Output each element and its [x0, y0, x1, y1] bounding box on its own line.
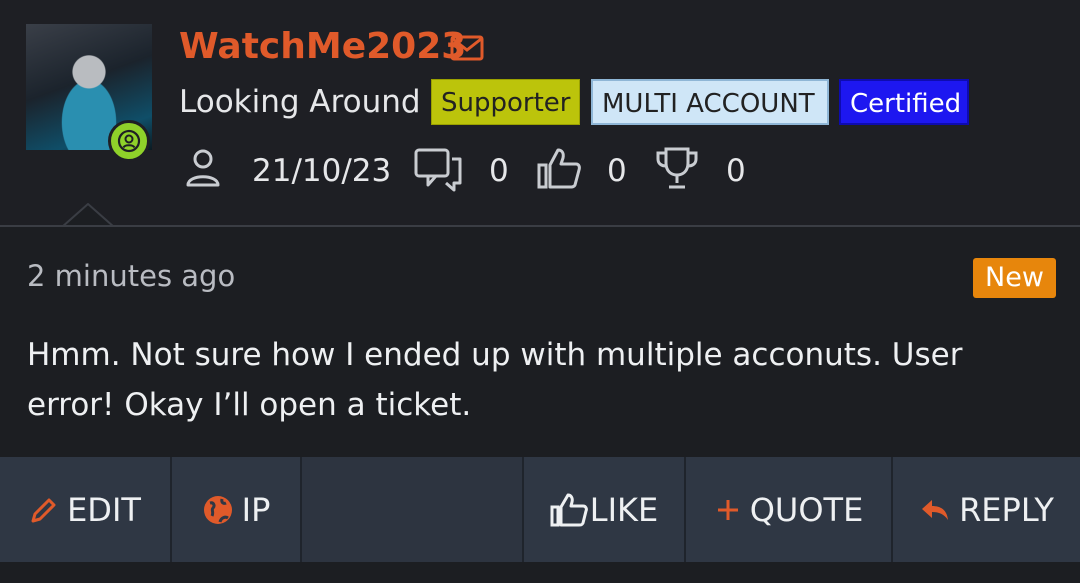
- trophy-points: 0: [726, 153, 746, 189]
- reply-icon: [919, 496, 951, 524]
- quote-button[interactable]: QUOTE: [686, 457, 891, 562]
- edit-label: EDIT: [67, 490, 141, 529]
- trophy-icon: [655, 145, 699, 195]
- action-bar: EDIT IP LIKE QUOTE REPLY: [0, 457, 1080, 562]
- footer-strip: [0, 562, 1080, 583]
- message-count: 0: [489, 153, 509, 189]
- joined-date: 21/10/23: [252, 153, 392, 189]
- reaction-score: 0: [607, 153, 627, 189]
- globe-icon: [202, 494, 234, 526]
- like-label: LIKE: [589, 490, 659, 529]
- supporter-badge: Supporter: [431, 79, 580, 125]
- spacer: [302, 457, 524, 562]
- ip-label: IP: [241, 490, 271, 529]
- certified-badge: Certified: [839, 79, 969, 125]
- online-status-icon: [108, 120, 150, 162]
- thumbs-up-icon: [550, 492, 588, 528]
- messages-icon: [414, 147, 464, 197]
- post-timestamp[interactable]: 2 minutes ago: [27, 254, 235, 298]
- quote-label: QUOTE: [749, 490, 864, 529]
- pencil-icon: [29, 495, 59, 525]
- like-button[interactable]: LIKE: [524, 457, 684, 562]
- message-text: Hmm. Not sure how I ended up with multip…: [27, 337, 963, 423]
- mail-icon[interactable]: [450, 34, 484, 66]
- multi-account-badge: MULTI ACCOUNT: [591, 79, 829, 125]
- new-badge: New: [973, 258, 1056, 298]
- edit-button[interactable]: EDIT: [0, 457, 170, 562]
- plus-icon: [714, 496, 742, 524]
- reactions-icon: [536, 145, 582, 195]
- ip-button[interactable]: IP: [172, 457, 300, 562]
- reply-label: REPLY: [959, 490, 1054, 529]
- user-title: Looking Around: [179, 84, 421, 120]
- username-link[interactable]: WatchMe2023: [179, 25, 466, 69]
- user-icon: [184, 145, 222, 195]
- reply-button[interactable]: REPLY: [893, 457, 1080, 562]
